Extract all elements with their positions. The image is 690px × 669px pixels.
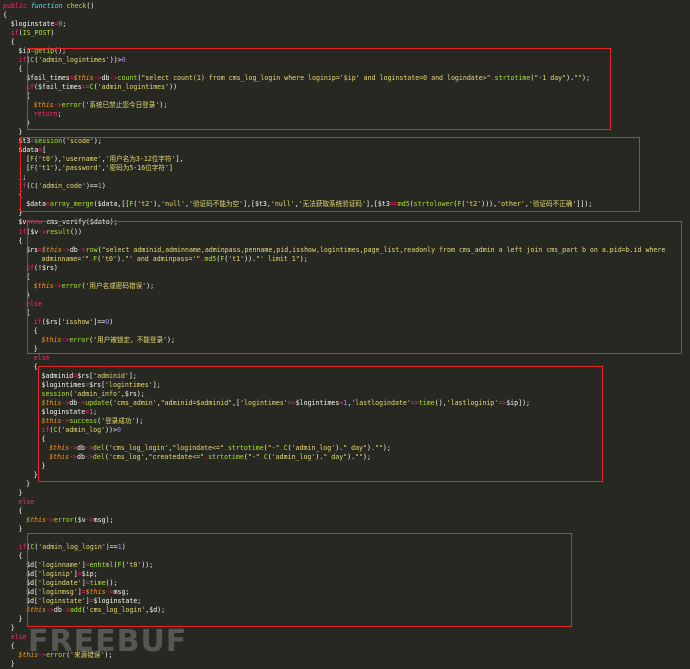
code-line: $loginstate=0;: [11, 20, 67, 29]
highlight-box-login-success: [38, 366, 603, 482]
code-token: }: [18, 525, 23, 534]
code-token: {: [18, 552, 23, 561]
highlight-box-log-login: [27, 533, 572, 627]
code-token: $this: [26, 516, 46, 525]
code-line: public function check(): [3, 2, 94, 11]
code-token: ->: [85, 516, 94, 525]
code-line: {: [11, 642, 15, 651]
code-token: (): [86, 2, 95, 10]
code-token: }: [10, 624, 15, 633]
code-line: }: [11, 624, 15, 633]
code-line: else: [18, 498, 34, 507]
code-token: ($v: [73, 516, 86, 525]
code-line: }: [18, 128, 22, 137]
code-token: {: [3, 11, 7, 20]
code-token: }: [18, 128, 23, 137]
code-line: {: [11, 38, 15, 47]
code-line: }: [26, 480, 30, 489]
highlight-box-verify-data: [20, 137, 640, 212]
code-line: }: [18, 615, 22, 624]
code-token: error: [53, 516, 74, 525]
code-line: else: [34, 354, 50, 363]
code-token: else: [18, 498, 35, 507]
code-line: {: [3, 11, 7, 20]
code-token: $loginstate: [10, 20, 55, 29]
code-line: }: [11, 660, 15, 669]
code-token: ->: [45, 516, 54, 525]
code-token: {: [18, 65, 23, 74]
code-token: {: [10, 642, 15, 651]
code-token: }: [18, 489, 23, 498]
code-token: msg);: [93, 516, 114, 525]
code-token: }: [26, 480, 31, 489]
highlight-box-login-query: [27, 221, 682, 354]
code-token: check: [66, 2, 87, 10]
code-line: }: [18, 525, 22, 534]
code-token: }: [10, 660, 15, 669]
code-token: else: [10, 633, 27, 642]
code-line: {: [18, 65, 22, 74]
freebuf-watermark: FREEBUF: [28, 624, 188, 659]
code-token: {: [10, 38, 15, 47]
code-token: IS_POST: [22, 29, 51, 38]
code-line: {: [18, 507, 22, 516]
code-line: {: [18, 552, 22, 561]
code-token: ;: [62, 20, 67, 29]
code-token: ): [50, 29, 55, 38]
code-token: }: [18, 615, 23, 624]
highlight-box-fail-times: [27, 48, 611, 130]
code-token: public: [3, 2, 31, 10]
code-line: if(IS_POST): [11, 29, 55, 38]
code-line: else: [11, 633, 27, 642]
code-line: {: [18, 237, 22, 246]
code-token: {: [18, 236, 23, 245]
code-line: }: [18, 489, 22, 498]
code-token: function: [30, 2, 67, 10]
code-line: $this->error($v->msg);: [26, 516, 113, 525]
code-token: if: [10, 29, 19, 38]
code-token: else: [33, 353, 50, 362]
code-token: {: [18, 507, 23, 516]
